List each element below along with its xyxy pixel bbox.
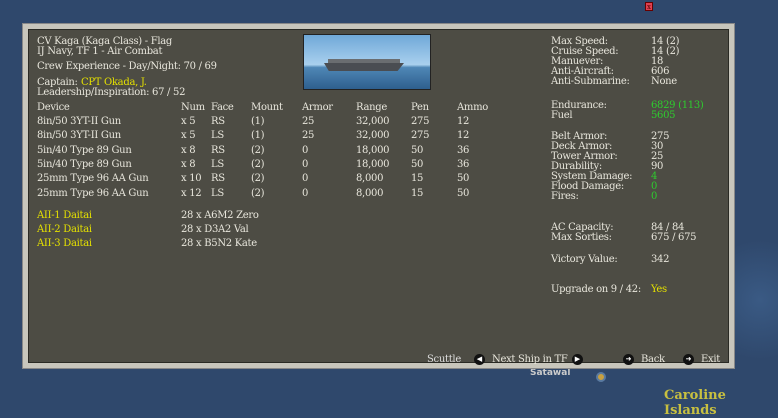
exit-button[interactable]: Exit <box>701 354 720 365</box>
device-cell: 0 <box>302 158 309 170</box>
device-cell[interactable]: 5in/40 Type 89 Gun <box>37 145 132 156</box>
stat-value: 0 <box>651 191 658 202</box>
device-cell: 12 <box>457 130 470 142</box>
column-header: Mount <box>251 102 283 113</box>
device-cell: 32,000 <box>356 130 390 142</box>
device-cell: 8,000 <box>356 187 384 199</box>
exit-arrow-icon[interactable]: ➜ <box>683 354 694 365</box>
device-cell[interactable]: 8in/50 3YT-II Gun <box>37 130 121 141</box>
region-label: Caroline Islands <box>664 388 726 418</box>
device-cell: RS <box>211 116 225 127</box>
stat-label: Max Sorties: <box>551 232 612 243</box>
device-cell: x 8 <box>181 144 196 156</box>
air-group-name[interactable]: AII-2 Daitai <box>37 224 92 235</box>
device-cell: (1) <box>251 116 265 127</box>
device-cell: 36 <box>457 158 470 170</box>
device-cell: LS <box>211 158 224 170</box>
device-cell: 18,000 <box>356 144 390 156</box>
device-cell: 50 <box>411 158 424 170</box>
ship-image <box>303 34 431 90</box>
device-cell: 12 <box>457 116 470 127</box>
device-cell: (2) <box>251 173 265 185</box>
crew-experience: Crew Experience - Day/Night: 70 / 69 <box>37 61 217 72</box>
ship-subtitle: IJ Navy, TF 1 - Air Combat <box>37 46 163 57</box>
back-button[interactable]: Back <box>641 354 665 365</box>
column-header: Range <box>356 102 387 113</box>
column-header: Armor <box>302 102 333 113</box>
device-cell: 8,000 <box>356 173 384 185</box>
stat-label: Fuel <box>551 110 573 121</box>
column-header: Device <box>37 102 70 113</box>
device-cell: 50 <box>457 187 470 199</box>
island-base-icon[interactable] <box>596 372 606 382</box>
device-cell[interactable]: 8in/50 3YT-II Gun <box>37 116 121 127</box>
stat-label: Upgrade on 9 / 42: <box>551 284 641 295</box>
next-ship-arrow-icon[interactable]: ▶ <box>572 354 583 365</box>
device-cell: 0 <box>302 144 309 156</box>
device-cell: 15 <box>411 173 424 185</box>
device-cell: 25 <box>302 130 315 142</box>
device-cell: RS <box>211 173 225 185</box>
next-ship-button[interactable]: Next Ship in TF <box>492 354 568 365</box>
device-cell: 0 <box>302 187 309 199</box>
air-group-aircraft: 28 x D3A2 Val <box>181 224 249 235</box>
scuttle-button[interactable]: Scuttle <box>427 354 461 365</box>
device-cell: (1) <box>251 130 265 142</box>
stat-label: Victory Value: <box>551 254 618 265</box>
ship-info-panel: CV Kaga (Kaga Class) - Flag IJ Navy, TF … <box>22 23 735 369</box>
device-cell: RS <box>211 144 225 156</box>
map-place-label: Satawal <box>530 368 571 378</box>
device-cell: 25 <box>302 116 315 127</box>
air-group-name[interactable]: AII-1 Daitai <box>37 210 92 221</box>
device-cell: LS <box>211 187 224 199</box>
device-cell: (2) <box>251 158 265 170</box>
device-cell[interactable]: 5in/40 Type 89 Gun <box>37 159 132 170</box>
device-cell: x 10 <box>181 173 202 185</box>
stat-value: None <box>651 76 677 87</box>
device-cell: 18,000 <box>356 158 390 170</box>
device-cell: (2) <box>251 187 265 199</box>
device-cell[interactable]: 25mm Type 96 AA Gun <box>37 173 149 184</box>
device-cell: 50 <box>457 173 470 185</box>
device-cell: (2) <box>251 144 265 156</box>
air-group-aircraft: 28 x A6M2 Zero <box>181 210 259 221</box>
column-header: Ammo <box>457 102 489 113</box>
air-group-name[interactable]: AII-3 Daitai <box>37 238 92 249</box>
stat-value: 5605 <box>651 110 676 121</box>
stat-label: Anti-Submarine: <box>551 76 630 87</box>
air-group-aircraft: 28 x B5N2 Kate <box>181 238 257 249</box>
device-cell: 36 <box>457 144 470 156</box>
device-cell: 50 <box>411 144 424 156</box>
device-cell: 32,000 <box>356 116 390 127</box>
stat-value: 675 / 675 <box>651 232 697 243</box>
back-arrow-icon[interactable]: ➜ <box>623 354 634 365</box>
device-cell: 275 <box>411 130 430 142</box>
leadership: Leadership/Inspiration: 67 / 52 <box>37 87 186 98</box>
device-cell: x 5 <box>181 130 196 142</box>
device-cell: x 8 <box>181 158 196 170</box>
device-cell: 275 <box>411 116 430 127</box>
device-cell: 0 <box>302 173 309 185</box>
map-close-marker-icon[interactable]: x <box>645 2 653 11</box>
device-cell: LS <box>211 130 224 142</box>
stat-value: Yes <box>651 284 667 295</box>
column-header: Pen <box>411 102 429 113</box>
column-header: Face <box>211 102 234 113</box>
column-header: Num <box>181 102 205 113</box>
device-cell[interactable]: 25mm Type 96 AA Gun <box>37 188 149 199</box>
device-cell: x 12 <box>181 187 202 199</box>
stat-value: 342 <box>651 254 670 265</box>
prev-ship-arrow-icon[interactable]: ◀ <box>474 354 485 365</box>
device-cell: x 5 <box>181 116 196 127</box>
stat-label: Fires: <box>551 191 579 202</box>
device-cell: 15 <box>411 187 424 199</box>
